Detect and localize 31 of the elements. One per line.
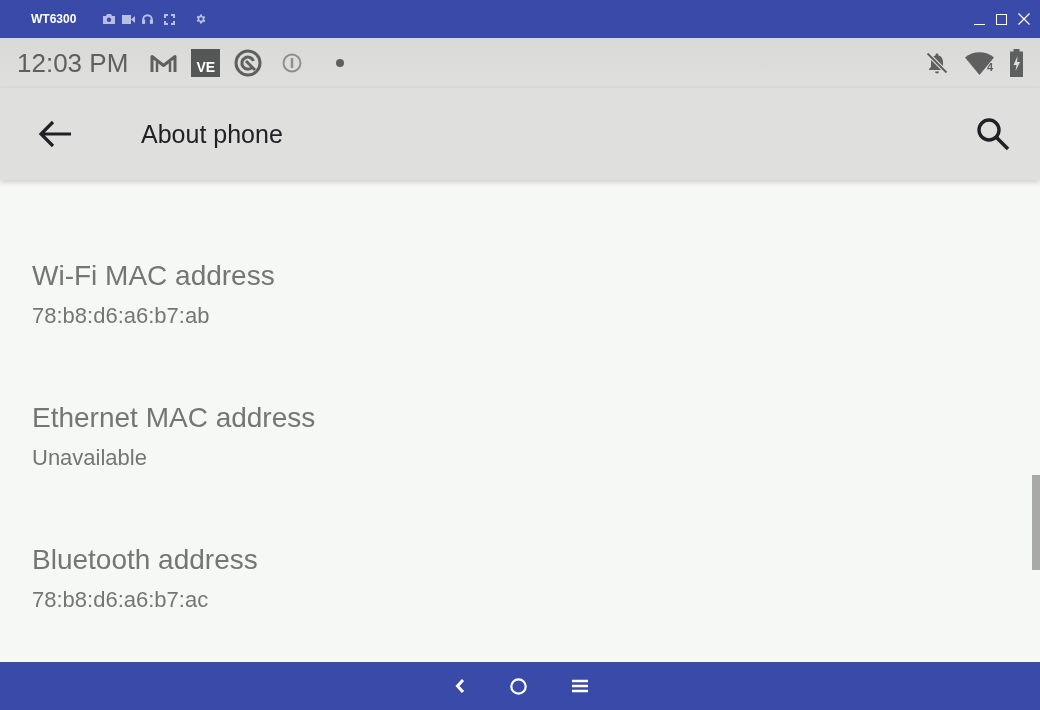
scrollbar-thumb[interactable] <box>1032 475 1040 570</box>
video-camera-icon[interactable] <box>122 14 136 24</box>
camera-icon[interactable] <box>103 14 116 24</box>
close-icon[interactable] <box>1018 13 1030 25</box>
status-time: 12:03 PM <box>17 47 129 79</box>
home-circle-icon[interactable] <box>509 677 527 695</box>
bell-off-icon <box>924 51 949 75</box>
setting-value: Unavailable <box>32 445 147 471</box>
setting-title[interactable]: Wi-Fi MAC address <box>32 259 275 293</box>
back-arrow-icon[interactable] <box>38 120 72 148</box>
circled-q-icon <box>234 49 263 77</box>
window-title: WT6300 <box>31 12 77 26</box>
info-circle-icon <box>282 53 303 73</box>
headphones-icon[interactable] <box>142 14 154 24</box>
fullscreen-icon[interactable] <box>164 13 176 25</box>
setting-value: 78:b8:d6:a6:b7:ac <box>32 587 209 613</box>
wifi-icon <box>964 51 994 75</box>
battery-charging-icon <box>1009 49 1024 77</box>
dot-icon <box>336 59 345 67</box>
setting-title[interactable]: Bluetooth address <box>32 543 258 577</box>
notification-tile: VE <box>191 49 221 77</box>
maximize-icon[interactable] <box>996 13 1007 25</box>
screen-title: About phone <box>141 119 283 149</box>
mail-m-icon <box>150 53 178 73</box>
menu-icon[interactable] <box>571 679 588 693</box>
search-icon[interactable] <box>976 117 1010 151</box>
settings-icon[interactable] <box>195 13 208 25</box>
back-chevron-icon[interactable] <box>454 678 465 694</box>
setting-value: 78:b8:d6:a6:b7:ab <box>32 303 210 329</box>
setting-title[interactable]: Ethernet MAC address <box>32 401 316 435</box>
wifi-badge-text: 4 <box>986 61 993 73</box>
